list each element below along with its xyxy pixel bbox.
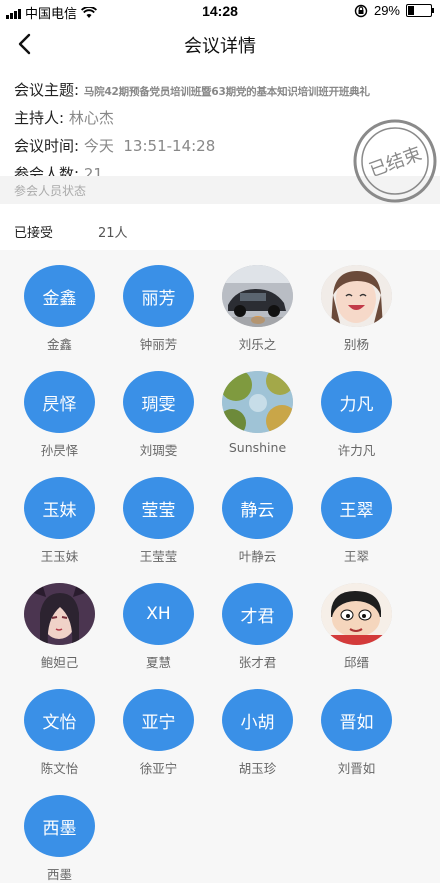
attendee-name: 王翠: [343, 549, 369, 564]
attendee-avatar: [24, 583, 95, 645]
attendee-name: Sunshine: [228, 440, 287, 455]
attendee-avatar: 王翠: [321, 477, 392, 539]
accepted-count: 21人: [98, 226, 128, 241]
attendee-item[interactable]: 晋如 刘晋如: [307, 674, 406, 780]
attendee-name: 刘琱雯: [139, 443, 178, 458]
attendee-name: 许力凡: [337, 443, 376, 458]
attendee-name: 陈文怡: [40, 761, 79, 776]
attendee-avatar: [321, 265, 392, 327]
attendee-item[interactable]: 文怡 陈文怡: [10, 674, 109, 780]
attendee-item[interactable]: 琱雯 刘琱雯: [109, 356, 208, 462]
attendee-item[interactable]: 邱缙: [307, 568, 406, 674]
attendee-item[interactable]: 昃怿 孙昃怿: [10, 356, 109, 462]
attendee-avatar: 晋如: [321, 689, 392, 751]
time-value: 今天 13:51-14:28: [83, 137, 216, 155]
attendee-name: 钟丽芳: [139, 337, 178, 352]
attendee-avatar: 玉妹: [24, 477, 95, 539]
attendee-name: 刘晋如: [337, 761, 376, 776]
topic-value: 马院42期预备党员培训班暨63期党的基本知识培训班开班典礼: [83, 86, 370, 98]
attendee-avatar: 文怡: [24, 689, 95, 751]
attendee-item[interactable]: Sunshine: [208, 356, 307, 462]
attendee-name: 王玉妹: [40, 549, 79, 564]
attendee-avatar: 琱雯: [123, 371, 194, 433]
attendee-avatar: [222, 371, 293, 433]
attendee-avatar: XH: [123, 583, 194, 645]
status-right: 29%: [354, 3, 434, 18]
attendee-avatar: 亚宁: [123, 689, 194, 751]
battery-fill: [408, 6, 414, 15]
rotation-lock-icon: [354, 4, 368, 17]
attendee-name: 胡玉珍: [238, 761, 277, 776]
attendee-name: 邱缙: [343, 655, 369, 670]
attendee-avatar: [222, 265, 293, 327]
attendee-name: 王莹莹: [139, 549, 178, 564]
attendee-item[interactable]: 力凡 许力凡: [307, 356, 406, 462]
section-title: 参会人员状态: [14, 184, 87, 198]
attendee-item[interactable]: 才君 张才君: [208, 568, 307, 674]
attendee-name: 徐亚宁: [139, 761, 178, 776]
attendee-item[interactable]: 西墨 西墨: [10, 780, 109, 886]
attendee-name: 别杨: [343, 337, 369, 352]
attendee-grid: 金鑫 金鑫 丽芳 钟丽芳 刘乐之 别杨 昃怿 孙昃怿 琱雯 刘琱雯 Sunshine 力凡 许力凡 玉妹王…: [0, 250, 440, 883]
topic-label: 会议主题:: [14, 81, 80, 99]
attendee-item[interactable]: 莹莹 王莹莹: [109, 462, 208, 568]
attendee-item[interactable]: 亚宁 徐亚宁: [109, 674, 208, 780]
attendee-item[interactable]: 鲍妲己: [10, 568, 109, 674]
attendee-item[interactable]: 刘乐之: [208, 250, 307, 356]
battery-icon: [406, 4, 434, 17]
attendee-item[interactable]: 丽芳 钟丽芳: [109, 250, 208, 356]
attendee-name: 夏慧: [145, 655, 171, 670]
nav-bar: 会议详情: [0, 24, 440, 64]
attendee-avatar: 莹莹: [123, 477, 194, 539]
attendee-avatar: 小胡: [222, 689, 293, 751]
attendee-item[interactable]: 王翠 王翠: [307, 462, 406, 568]
stamp-text: 已结束: [367, 143, 425, 181]
attendee-name: 西墨: [46, 867, 72, 882]
accepted-label: 已接受: [14, 226, 54, 241]
host-label: 主持人:: [14, 109, 65, 127]
attendee-avatar: 昃怿: [24, 371, 95, 433]
page-title: 会议详情: [184, 36, 256, 57]
ended-stamp: 已结束: [353, 119, 437, 203]
attendee-avatar: 力凡: [321, 371, 392, 433]
attendee-avatar: 西墨: [24, 795, 95, 857]
time-label: 会议时间:: [14, 137, 80, 155]
status-bar: 中国电信 14:28 29%: [0, 0, 440, 22]
attendee-name: 刘乐之: [238, 337, 277, 352]
attendee-item[interactable]: 玉妹 王玉妹: [10, 462, 109, 568]
attendee-item[interactable]: 小胡 胡玉珍: [208, 674, 307, 780]
attendee-item[interactable]: 静云 叶静云: [208, 462, 307, 568]
attendee-avatar: 金鑫: [24, 265, 95, 327]
attendee-item[interactable]: 别杨: [307, 250, 406, 356]
attendee-name: 金鑫: [46, 337, 72, 352]
host-value: 林心杰: [68, 109, 114, 127]
attendee-item[interactable]: 金鑫 金鑫: [10, 250, 109, 356]
attendee-name: 张才君: [238, 655, 277, 670]
attendee-item[interactable]: XH 夏慧: [109, 568, 208, 674]
attendee-name: 孙昃怿: [40, 443, 79, 458]
meeting-topic-row: 会议主题: 马院42期预备党员培训班暨63期党的基本知识培训班开班典礼: [14, 76, 440, 104]
attendee-avatar: 静云: [222, 477, 293, 539]
attendee-name: 叶静云: [238, 549, 277, 564]
attendee-avatar: 丽芳: [123, 265, 194, 327]
attendee-avatar: 才君: [222, 583, 293, 645]
attendee-avatar: [321, 583, 392, 645]
battery-percent: 29%: [373, 3, 400, 18]
attendee-name: 鲍妲己: [40, 655, 79, 670]
